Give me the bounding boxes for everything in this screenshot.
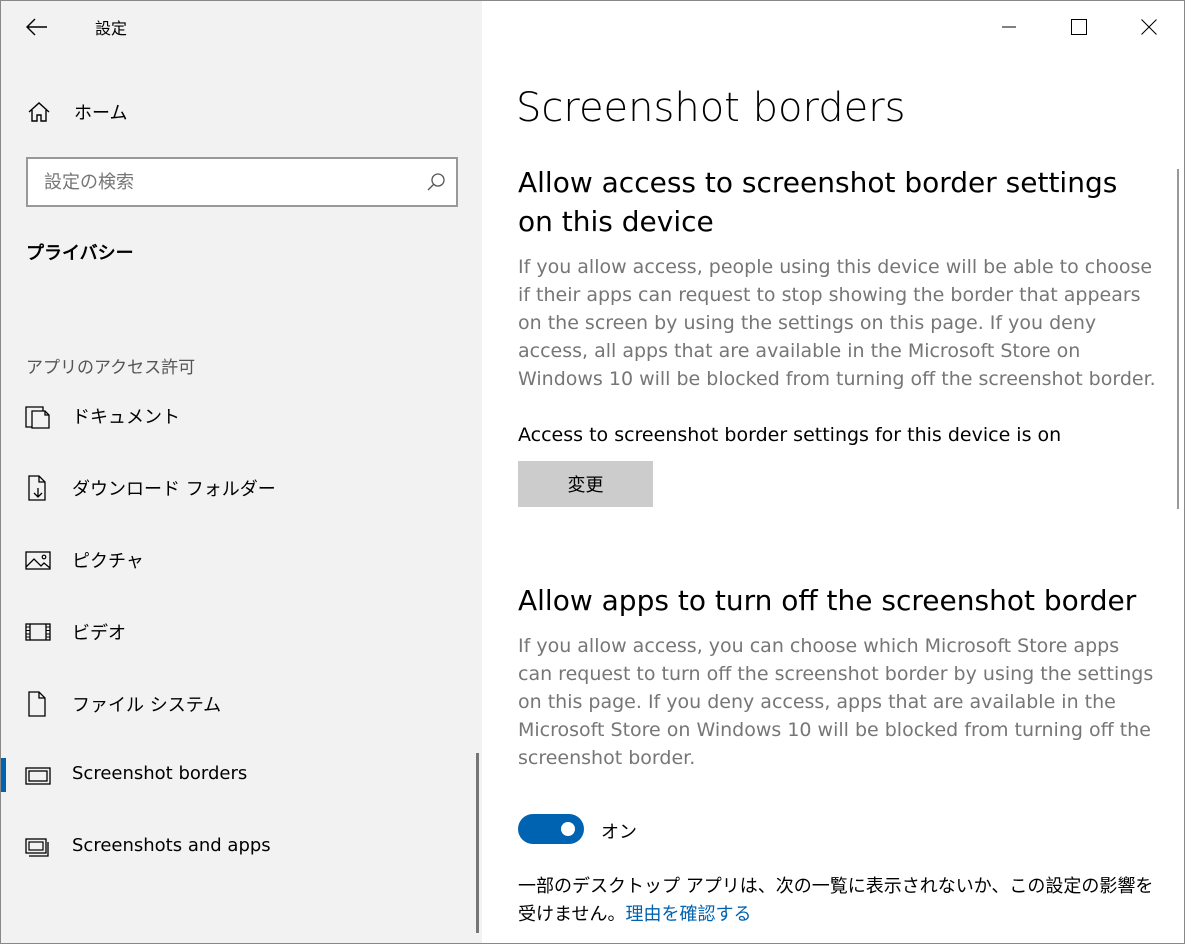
sidebar-item-label: ファイル システム — [72, 695, 222, 716]
selected-indicator — [1, 758, 6, 792]
page-title: Screenshot borders — [516, 85, 906, 131]
sidebar: 設定 ホーム プライバシー アプリのアクセス許可 ドキュメント — [1, 1, 482, 943]
close-button[interactable] — [1114, 1, 1184, 53]
section1-description: If you allow access, people using this d… — [518, 256, 1156, 390]
downloads-folder-icon — [28, 475, 46, 501]
sidebar-item-downloads[interactable]: ダウンロード フォルダー — [1, 463, 479, 511]
file-system-icon — [28, 691, 46, 717]
sidebar-item-home[interactable]: ホーム — [1, 89, 482, 133]
maximize-icon — [1071, 19, 1087, 35]
screenshot-border-toggle[interactable] — [518, 814, 584, 844]
toggle-knob — [561, 822, 575, 836]
app-title: 設定 — [95, 19, 128, 38]
back-button[interactable] — [15, 7, 59, 47]
sidebar-scrollbar[interactable] — [476, 753, 479, 933]
sidebar-item-screenshot-borders[interactable]: Screenshot borders — [1, 751, 479, 799]
sidebar-item-pictures[interactable]: ピクチャ — [1, 535, 479, 583]
sidebar-item-label: ドキュメント — [72, 407, 180, 428]
minimize-icon — [1002, 26, 1016, 28]
desktop-apps-note: 一部のデスクトップ アプリは、次の一覧に表示されないか、この設定の影響を受けませ… — [518, 873, 1158, 929]
search-input[interactable] — [28, 159, 424, 205]
sidebar-item-label: Screenshots and apps — [72, 835, 271, 856]
screenshots-apps-icon — [25, 838, 49, 857]
toggle-label: オン — [601, 822, 637, 843]
minimize-button[interactable] — [974, 1, 1044, 53]
access-status: Access to screenshot border settings for… — [518, 424, 1062, 446]
learn-why-link[interactable]: 理由を確認する — [625, 904, 751, 925]
main-scrollbar[interactable] — [1177, 169, 1179, 509]
home-icon — [28, 102, 50, 122]
maximize-button[interactable] — [1044, 1, 1114, 53]
sidebar-item-screenshots-apps[interactable]: Screenshots and apps — [1, 823, 479, 871]
category-title: プライバシー — [26, 243, 134, 264]
pictures-icon — [25, 551, 51, 570]
documents-icon — [25, 406, 50, 429]
note-text: 一部のデスクトップ アプリは、次の一覧に表示されないか、この設定の影響を受けませ… — [518, 876, 1154, 925]
search-box — [26, 157, 458, 207]
section1-heading: Allow access to screenshot border settin… — [518, 166, 1118, 238]
section2-heading: Allow apps to turn off the screenshot bo… — [518, 584, 1137, 617]
close-icon — [1141, 19, 1157, 35]
sidebar-item-videos[interactable]: ビデオ — [1, 607, 479, 655]
home-label: ホーム — [74, 103, 128, 124]
section2-description: If you allow access, you can choose whic… — [518, 635, 1154, 769]
sidebar-item-label: ピクチャ — [72, 551, 144, 572]
sidebar-item-label: ビデオ — [72, 623, 126, 644]
videos-icon — [25, 623, 51, 641]
sidebar-item-documents[interactable]: ドキュメント — [1, 391, 479, 439]
back-arrow-icon — [26, 18, 47, 36]
main-content: Screenshot borders Allow access to scree… — [482, 1, 1184, 943]
change-button[interactable]: 変更 — [518, 461, 653, 507]
sidebar-item-file-system[interactable]: ファイル システム — [1, 679, 479, 727]
sidebar-item-label: ダウンロード フォルダー — [72, 479, 276, 500]
section-label: アプリのアクセス許可 — [26, 358, 196, 378]
titlebar-controls — [974, 1, 1184, 53]
sidebar-item-label: Screenshot borders — [72, 763, 248, 784]
settings-window: 設定 ホーム プライバシー アプリのアクセス許可 ドキュメント — [0, 0, 1185, 944]
search-icon[interactable] — [426, 172, 446, 192]
screenshot-borders-icon — [25, 767, 51, 785]
